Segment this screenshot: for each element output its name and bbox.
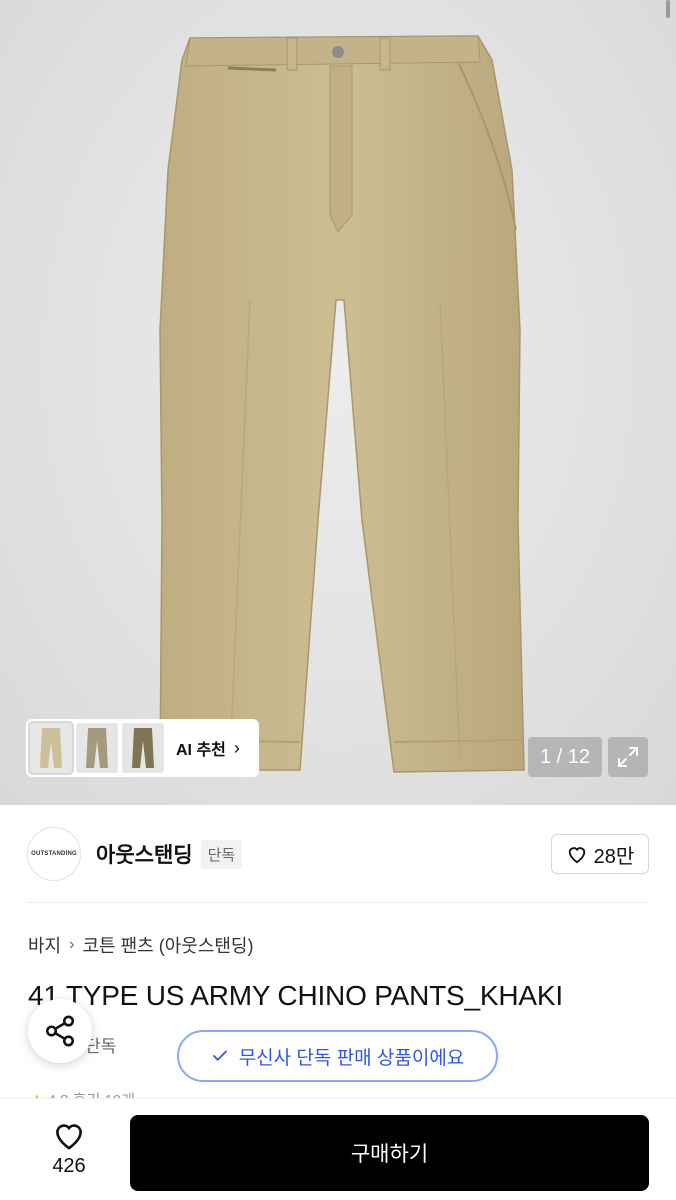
exclusive-notice-pill: 무신사 단독 판매 상품이에요 — [177, 1030, 498, 1082]
chevron-right-icon: › — [233, 737, 240, 758]
heart-outline-icon — [56, 1124, 82, 1150]
product-photo-chino-pants — [159, 35, 525, 773]
share-icon — [45, 1015, 75, 1047]
bottom-action-bar: 426 구매하기 — [0, 1098, 676, 1200]
thumbnail-1[interactable] — [28, 721, 74, 775]
brand-like-count: 28만 — [593, 845, 635, 868]
thumbnail-2[interactable] — [76, 723, 118, 773]
brand-name[interactable]: 아웃스탠딩 — [96, 839, 193, 869]
brand-like-button[interactable]: 28만 — [551, 834, 649, 874]
scroll-indicator — [666, 0, 670, 18]
buy-button[interactable]: 구매하기 — [130, 1115, 649, 1191]
product-like-button[interactable]: 426 — [38, 1119, 100, 1178]
breadcrumb: 바지 › 코튼 팬츠 (아웃스탠딩) — [28, 932, 253, 958]
product-image-gallery[interactable]: AI 추천 › 1 / 12 — [0, 0, 676, 805]
expand-icon — [618, 747, 638, 767]
expand-button[interactable] — [608, 737, 648, 777]
brand-logo-text: OUTSTANDING — [31, 851, 77, 857]
brand-row[interactable]: OUTSTANDING 아웃스탠딩 단독 28만 — [27, 826, 649, 882]
divider — [27, 902, 649, 903]
exclusive-notice-text: 무신사 단독 판매 상품이에요 — [238, 1047, 465, 1069]
image-counter: 1 / 12 — [528, 737, 602, 777]
product-title: 41 TYPE US ARMY CHINO PANTS_KHAKI — [28, 980, 563, 1011]
brand-logo[interactable]: OUTSTANDING — [27, 827, 81, 881]
chevron-right-icon: › — [69, 936, 75, 953]
product-like-count: 426 — [52, 1155, 86, 1177]
ai-recommend-label: AI 추천 — [176, 742, 226, 759]
check-icon — [212, 1050, 227, 1062]
breadcrumb-item-subcategory[interactable]: 코튼 팬츠 (아웃스탠딩) — [82, 932, 253, 958]
thumbnail-3[interactable] — [122, 723, 164, 773]
ai-recommend-button[interactable]: AI 추천 › — [176, 736, 240, 760]
exclusive-badge: 단독 — [200, 839, 243, 869]
heart-outline-icon — [568, 847, 585, 864]
similar-items-strip[interactable]: AI 추천 › — [26, 719, 259, 777]
share-button[interactable] — [28, 999, 92, 1063]
breadcrumb-item-category[interactable]: 바지 — [28, 932, 61, 958]
